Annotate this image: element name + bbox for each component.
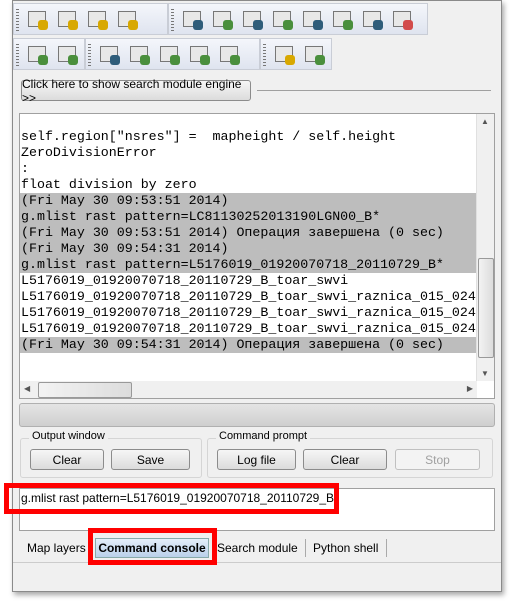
toolbar-tools [85,38,260,70]
highlight-box-input [4,483,339,514]
vertical-scrollbar[interactable]: ▲ ▼ [476,114,494,381]
toolbar-grip[interactable] [88,44,91,66]
add-raster-icon[interactable] [211,8,233,30]
output-line: : [21,161,29,176]
group-label: Command prompt [216,430,311,442]
scroll-thumb[interactable] [38,382,132,398]
output-line: L5176019_01920070718_20110729_B_toar_swv… [21,321,476,336]
toolbar-grip[interactable] [171,9,174,31]
output-line: float division by zero [21,177,197,192]
show-search-engine-button[interactable]: Click here to show search module engine … [21,77,251,105]
output-save-button[interactable]: Save [111,449,190,470]
new-display-icon[interactable] [26,8,48,30]
scroll-right-icon[interactable]: ▶ [467,384,473,393]
highlight-box-tab [88,528,217,565]
separator [257,90,491,91]
group-label: Output window [29,430,108,442]
output-line: self.region["nsres"] = mapheight / self.… [21,129,397,144]
toolbar-grip[interactable] [16,44,19,66]
import-layers-icon[interactable] [181,8,203,30]
data-catalog-icon[interactable] [188,43,210,65]
help-lifebuoy-icon[interactable] [303,43,325,65]
scroll-left-icon[interactable]: ◀ [24,384,30,393]
scroll-down-icon[interactable]: ▼ [481,369,489,378]
tab-python-shell[interactable]: Python shell [313,538,378,558]
output-console[interactable]: self.region["nsres"] = mapheight / self.… [19,113,495,399]
toolbar-workspace [13,3,168,35]
output-line: g.mlist rast pattern=LC81130252013190LGN… [20,209,476,225]
output-line: (Fri May 30 09:53:51 2014) Операция заве… [20,225,476,241]
load-workspace-icon[interactable] [86,8,108,30]
grid-icon[interactable] [158,43,180,65]
attribute-table-icon[interactable] [56,43,78,65]
georectify-icon[interactable] [98,43,120,65]
tab-map-layers[interactable]: Map layers [27,538,86,558]
output-line: ZeroDivisionError [21,145,157,160]
settings-gear-icon[interactable] [273,43,295,65]
graphical-modeler-icon[interactable] [128,43,150,65]
add-vector-misc-icon[interactable] [301,8,323,30]
scroll-thumb[interactable] [478,258,494,358]
new-file-icon[interactable] [218,43,240,65]
add-group-icon[interactable] [331,8,353,30]
output-text: self.region["nsres"] = mapheight / self.… [20,129,476,353]
tab-divider [305,539,306,557]
tab-search-module[interactable]: Search module [217,538,298,558]
output-line: (Fri May 30 09:53:51 2014) [20,193,476,209]
output-clear-button[interactable]: Clear [30,449,104,470]
log-file-button[interactable]: Log file [217,449,296,470]
add-overlay-icon[interactable] [361,8,383,30]
output-line: L5176019_01920070718_20110729_B_toar_swv… [21,289,476,304]
add-raster-misc-icon[interactable] [241,8,263,30]
save-workspace-icon[interactable] [116,8,138,30]
new-workspace-icon[interactable] [56,8,78,30]
toolbar-misc [260,38,332,70]
toolbar-layers [168,3,428,35]
toolbar-grip[interactable] [16,9,19,31]
output-line: L5176019_01920070718_20110729_B_toar_swv… [21,273,349,288]
output-line: (Fri May 30 09:54:31 2014) [20,241,476,257]
tab-divider [386,539,387,557]
output-line: g.mlist rast pattern=L5176019_0192007071… [20,257,476,273]
edit-vector-icon[interactable] [26,43,48,65]
status-bar [13,562,501,591]
prompt-clear-button[interactable]: Clear [303,449,387,470]
progress-bar [19,403,495,427]
remove-layer-icon[interactable] [391,8,413,30]
horizontal-scrollbar[interactable]: ◀ ▶ [20,381,477,398]
toolbar-grip[interactable] [263,44,266,66]
scroll-up-icon[interactable]: ▲ [481,117,489,126]
toolbar-vector [13,38,85,70]
output-line: L5176019_01920070718_20110729_B_toar_swv… [21,305,476,320]
add-vector-icon[interactable] [271,8,293,30]
output-line: (Fri May 30 09:54:31 2014) Операция заве… [20,337,476,353]
stop-button[interactable]: Stop [395,449,480,470]
